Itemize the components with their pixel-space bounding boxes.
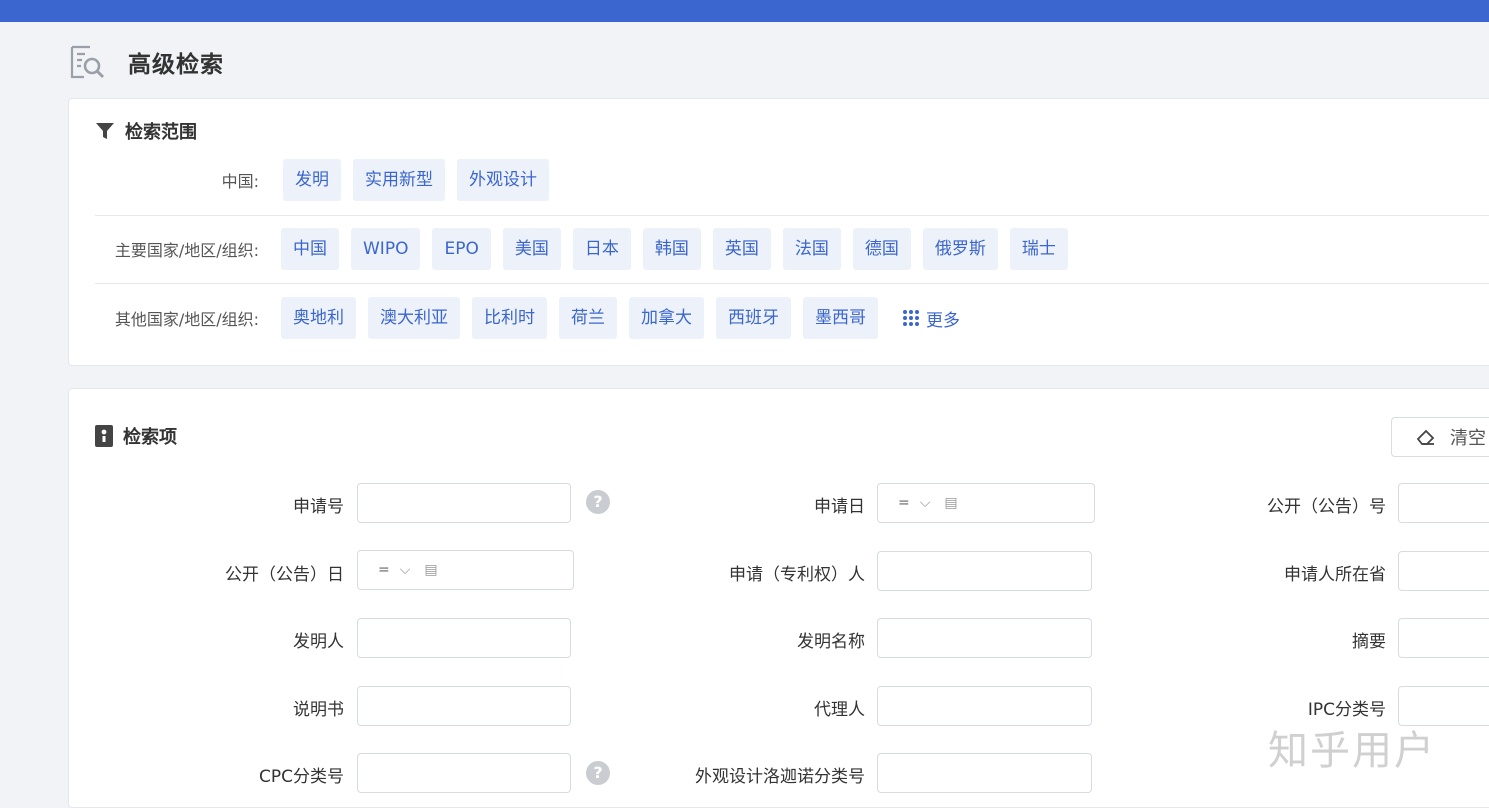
abstract-label: 摘要 <box>1352 632 1386 652</box>
calendar-icon: ▤ <box>944 495 958 511</box>
chip-country[interactable]: 奥地利 <box>281 297 356 339</box>
application-date-input[interactable]: = ⌵ ▤ <box>877 483 1095 523</box>
chip-country[interactable]: 德国 <box>852 228 911 270</box>
help-icon[interactable]: ? <box>586 761 610 785</box>
search-document-icon <box>70 45 105 79</box>
description-label: 说明书 <box>293 700 344 720</box>
chip-country[interactable]: 中国 <box>281 228 339 270</box>
chip-country[interactable]: 法国 <box>782 228 841 270</box>
cpc-input[interactable] <box>357 753 571 793</box>
eraser-icon <box>1416 429 1435 445</box>
chip-country[interactable]: 比利时 <box>472 297 547 339</box>
chevron-down-icon: ⌵ <box>919 495 931 511</box>
watermark: 知乎用户 <box>1268 728 1436 774</box>
divider <box>95 215 1489 216</box>
chip-country[interactable]: 西班牙 <box>716 297 791 339</box>
top-bar <box>0 0 1489 22</box>
chip-invention[interactable]: 发明 <box>283 159 341 201</box>
chip-country[interactable]: 墨西哥 <box>803 297 878 339</box>
chevron-down-icon: ⌵ <box>399 562 411 578</box>
chip-utility-model[interactable]: 实用新型 <box>353 159 445 201</box>
applicant-label: 申请（专利权）人 <box>729 565 865 585</box>
applicant-province-input[interactable] <box>1398 551 1489 591</box>
scope-row-major: 主要国家/地区/组织: 中国 WIPO EPO 美国 日本 韩国 英国 法国 德… <box>69 228 1489 270</box>
chip-country[interactable]: 澳大利亚 <box>368 297 460 339</box>
applicant-province-label: 申请人所在省 <box>1284 565 1386 585</box>
divider <box>95 283 1489 284</box>
clipboard-icon <box>95 425 113 447</box>
invention-title-label: 发明名称 <box>797 632 865 652</box>
grid-dots-icon <box>903 310 919 326</box>
chip-country[interactable]: 韩国 <box>642 228 701 270</box>
items-section-title: 检索项 <box>95 423 177 449</box>
scope-row-label: 中国: <box>221 172 259 191</box>
publication-date-input[interactable]: = ⌵ ▤ <box>357 550 574 590</box>
filter-icon <box>96 123 114 139</box>
chip-country[interactable]: 加拿大 <box>629 297 704 339</box>
chip-country[interactable]: 俄罗斯 <box>922 228 998 270</box>
scope-title-text: 检索范围 <box>125 122 197 143</box>
date-operator: = <box>378 562 390 578</box>
calendar-icon: ▤ <box>424 562 438 578</box>
publication-date-label: 公开（公告）日 <box>225 565 344 585</box>
inventor-label: 发明人 <box>293 632 344 652</box>
application-date-label: 申请日 <box>814 497 865 517</box>
application-no-input[interactable] <box>357 483 571 523</box>
clear-button[interactable]: 清空 <box>1391 417 1489 457</box>
chip-country[interactable]: 瑞士 <box>1009 228 1068 270</box>
cpc-label: CPC分类号 <box>259 767 344 787</box>
date-operator: = <box>898 495 910 511</box>
chip-country[interactable]: 日本 <box>572 228 631 270</box>
help-icon[interactable]: ? <box>586 490 610 514</box>
chip-design[interactable]: 外观设计 <box>457 159 549 201</box>
search-scope-card: 检索范围 中国: 发明 实用新型 外观设计 主要国家/地区/组织: 中国 WIP… <box>68 98 1489 366</box>
chip-country[interactable]: 荷兰 <box>559 297 617 339</box>
scope-row-label: 其他国家/地区/组织: <box>114 310 259 329</box>
locarno-label: 外观设计洛迦诺分类号 <box>695 767 865 787</box>
inventor-input[interactable] <box>357 618 571 658</box>
clear-label: 清空 <box>1450 428 1486 449</box>
chip-country[interactable]: WIPO <box>351 228 421 270</box>
scope-row-other: 其他国家/地区/组织: 奥地利 澳大利亚 比利时 荷兰 加拿大 西班牙 墨西哥 … <box>69 297 1489 339</box>
chip-country[interactable]: 美国 <box>502 228 561 270</box>
page-title: 高级检索 <box>128 52 224 78</box>
invention-title-input[interactable] <box>877 618 1092 658</box>
ipc-label: IPC分类号 <box>1307 700 1386 720</box>
scope-row-label: 主要国家/地区/组织: <box>114 241 259 260</box>
abstract-input[interactable] <box>1398 618 1489 658</box>
agent-input[interactable] <box>877 686 1092 726</box>
scope-row-china: 中国: 发明 实用新型 外观设计 <box>69 159 1489 201</box>
scope-section-title: 检索范围 <box>95 118 197 144</box>
chip-country[interactable]: 英国 <box>712 228 771 270</box>
application-no-label: 申请号 <box>293 497 344 517</box>
more-countries-link[interactable]: 更多 <box>902 297 960 339</box>
description-input[interactable] <box>357 686 571 726</box>
chip-country[interactable]: EPO <box>432 228 491 270</box>
publication-no-input[interactable] <box>1398 483 1489 523</box>
locarno-input[interactable] <box>877 753 1092 793</box>
page-header: 高级检索 <box>68 42 224 82</box>
applicant-input[interactable] <box>877 551 1092 591</box>
items-title-text: 检索项 <box>123 427 177 448</box>
publication-no-label: 公开（公告）号 <box>1267 497 1386 517</box>
more-label: 更多 <box>926 310 960 331</box>
agent-label: 代理人 <box>814 700 865 720</box>
